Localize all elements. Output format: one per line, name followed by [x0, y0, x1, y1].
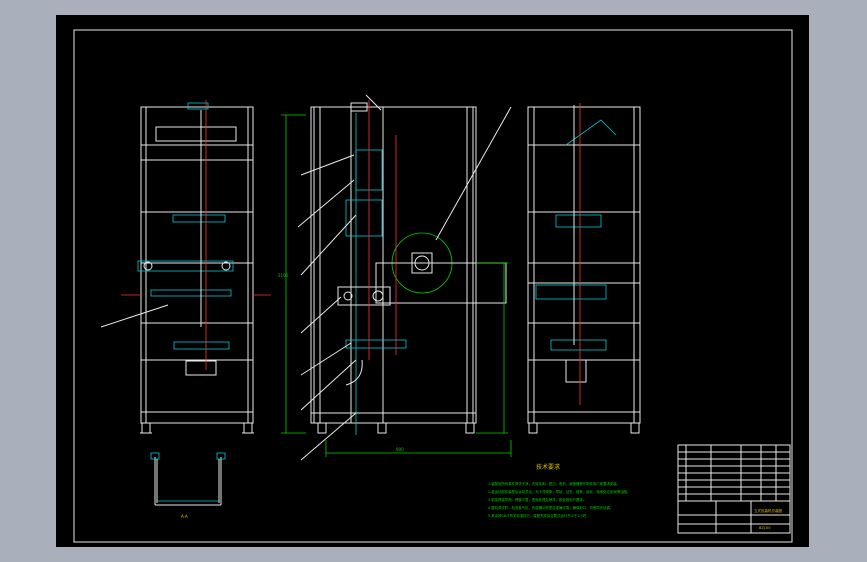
- technical-notes: 技术要求 1.装配前所有零件清洗干净，去除毛刺、锐边，电机、减速器等外购件按厂家…: [488, 463, 630, 518]
- note-line: 1.装配前所有零件清洗干净，去除毛刺、锐边，电机、减速器等外购件按厂家要求安装。: [488, 481, 620, 486]
- width-dimension-label: 900: [396, 447, 404, 452]
- section-view: [150, 452, 226, 506]
- notes-title: 技术要求: [536, 463, 560, 471]
- note-line: 4.整机调试时，检查各气缸、传感器动作是否准确可靠，确保封口、切断同步协调。: [488, 505, 613, 510]
- drawing-name: 立式包装机总装图: [754, 508, 782, 513]
- drawing-sheet: 技术要求 1.装配前所有零件清洗干净，去除毛刺、锐边，电机、减速器等外购件按厂家…: [56, 15, 809, 547]
- height-dimension-label: 2100: [278, 273, 289, 278]
- note-line: 2.各运动部件装配后运动灵活，无卡滞现象；导轨、丝杠、链条、齿轮、轴承处应加润滑…: [488, 489, 630, 494]
- front-view: [100, 100, 271, 434]
- rear-view: [527, 103, 641, 434]
- cad-drawing: 技术要求 1.装配前所有零件清洗干净，去除毛刺、锐边，电机、减速器等外购件按厂家…: [73, 29, 793, 543]
- note-line: 5.其余按GB/T有关标准执行，装配完成后空载试运行不少于2小时。: [488, 513, 590, 518]
- drawing-number: BZJ-00: [759, 526, 770, 530]
- side-view: [281, 94, 512, 461]
- title-block: 立式包装机总装图 BZJ-00: [677, 444, 791, 534]
- note-line: 3.机架焊接牢固，焊缝平整；表面处理后喷漆，颜色按用户要求。: [488, 497, 586, 502]
- section-label: A-A: [181, 514, 188, 519]
